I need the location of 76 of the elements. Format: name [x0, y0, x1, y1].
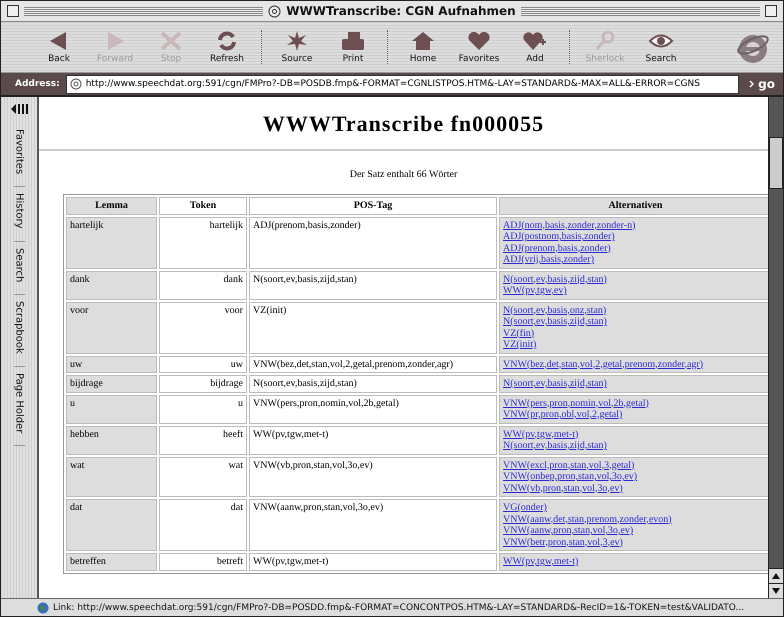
alternative-link[interactable]: VNW(pers,pron,nomin,vol,2b,getal): [503, 398, 649, 409]
alternative-link[interactable]: VZ(fin): [503, 328, 534, 339]
alternative-link[interactable]: WW(pv,tgw,met-t): [503, 428, 578, 440]
table-cell: dat: [66, 499, 157, 551]
page-heading: WWWTranscribe fn000055: [262, 111, 546, 137]
alternative-link[interactable]: ADJ(prenom,basis,zonder): [503, 242, 611, 254]
table-cell: VNW(aanw,pron,stan,vol,3o,ev): [249, 499, 497, 551]
table-cell: N(soort,ev,basis,zijd,stan): [249, 375, 497, 392]
table-cell: hartelijk: [159, 216, 247, 268]
toolbar-button[interactable]: Favorites: [451, 30, 507, 64]
alternative-link[interactable]: WW(pv,tgw,met-t): [503, 556, 578, 568]
sidebar-tab[interactable]: History: [14, 187, 24, 242]
table-cell: betreffen: [66, 553, 157, 570]
toolbar-button[interactable]: Home: [395, 30, 451, 64]
toolbar-button[interactable]: Add: [507, 30, 563, 64]
toolbar-button[interactable]: Search: [633, 30, 689, 64]
sidebar-tab[interactable]: Page Holder: [14, 366, 24, 446]
table-cell: betreft: [159, 553, 247, 570]
alternative-link[interactable]: VNW(aanw,pron,stan,vol,3o,ev): [503, 525, 634, 536]
table-cell: dank: [159, 270, 247, 300]
alternative-link[interactable]: VNW(onbep,pron,stan,vol,3o,ev): [503, 471, 638, 482]
table-cell: N(soort,ev,basis,zijd,stan): [249, 270, 497, 300]
alternative-link[interactable]: ADJ(nom,basis,zonder,zonder-n): [503, 220, 636, 231]
alternative-link[interactable]: VNW(betr,pron,stan,vol,3,ev): [503, 536, 623, 548]
alternative-link[interactable]: ADJ(postnom,basis,zonder): [503, 231, 615, 242]
address-field[interactable]: http://www.speechdat.org:591/cgn/FMPro?-DB=POSDB.fmp&-FORMAT=CGNLISTPOS.HTM&-LAY=STANDARD&-MAX=ALL&-ERROR=CGNS: [66, 74, 739, 94]
alternative-link[interactable]: VNW(excl,pron,stan,vol,3,getal): [503, 460, 634, 471]
column-header: POS-Tag: [249, 197, 497, 214]
table-cell: VZ(init): [249, 302, 497, 354]
table-cell: ADJ(prenom,basis,zonder): [249, 216, 497, 268]
alternative-link[interactable]: VNW(pr,pron,obl,vol,2,getal): [503, 409, 622, 420]
table-cell: WW(pv,tgw,met-t): [249, 553, 497, 570]
alternative-link[interactable]: N(soort,ev,basis,onz,stan): [503, 304, 606, 316]
alternative-link[interactable]: N(soort,ev,basis,zijd,stan): [503, 274, 607, 285]
toolbar-button[interactable]: Source: [269, 30, 325, 64]
table-cell: hartelijk: [66, 216, 157, 268]
table-cell: VNW(bez,det,stan,vol,2,getal,prenom,zonder,agr): [249, 356, 497, 373]
column-header: Token: [159, 197, 247, 214]
table-cell: hebben: [66, 426, 157, 454]
toolbar-button[interactable]: Print: [325, 30, 381, 64]
sidebar-tab[interactable]: Search: [14, 242, 24, 296]
column-header: Lemma: [66, 197, 157, 214]
sidebar-tab[interactable]: Scrapbook: [14, 295, 24, 367]
table-cell: wat: [66, 456, 157, 497]
table-cell: VNW(vb,pron,stan,vol,3o,ev): [249, 456, 497, 497]
alternative-link[interactable]: VZ(init): [503, 339, 536, 350]
alternative-link[interactable]: ADJ(vrij,basis,zonder): [503, 254, 594, 266]
alternative-link[interactable]: VNW(vb,pron,stan,vol,3o,ev): [503, 482, 623, 494]
table-cell: dat: [159, 499, 247, 551]
table-cell: VNW(pers,pron,nomin,vol,2b,getal): [249, 394, 497, 424]
table-cell: uw: [66, 356, 157, 373]
status-text: Link: http://www.speechdat.org:591/cgn/FMPro?-DB=POSDD.fmp&-FORMAT=CONCONTPOS.HTM&-LAY=STANDARD&-RecID=1&-TOKEN=test&VALIDATO...: [53, 602, 744, 612]
table-cell: bijdrage: [159, 375, 247, 392]
table-cell: wat: [159, 456, 247, 497]
alternative-link[interactable]: N(soort,ev,basis,zijd,stan): [503, 440, 607, 452]
table-cell: heeft: [159, 426, 247, 454]
table-cell: uw: [159, 356, 247, 373]
alternative-link[interactable]: VNW(aanw,det,stan,prenom,zonder,evon): [503, 514, 672, 525]
table-cell: voor: [159, 302, 247, 354]
table-cell: dank: [66, 270, 157, 300]
alternative-link[interactable]: VG(onder): [503, 502, 547, 514]
table-cell: bijdrage: [66, 375, 157, 392]
toolbar-button[interactable]: Refresh: [199, 30, 255, 64]
window-title: WWWTranscribe: CGN Aufnahmen: [286, 4, 516, 18]
alternative-link[interactable]: WW(pv,tgw,ev): [503, 285, 567, 296]
table-cell: voor: [66, 302, 157, 354]
address-label: Address:: [15, 79, 60, 89]
toolbar-button[interactable]: Back: [31, 30, 87, 64]
table-cell: u: [159, 394, 247, 424]
go-button[interactable]: go: [744, 77, 779, 91]
column-header: Alternativen: [499, 197, 768, 214]
alternative-link[interactable]: N(soort,ev,basis,zijd,stan): [503, 316, 607, 328]
sidebar-tab[interactable]: Favorites: [14, 123, 24, 188]
table-cell: u: [66, 394, 157, 424]
summary-text: Der Satz enthalt 66 Wörter: [348, 169, 458, 180]
table-cell: WW(pv,tgw,met-t): [249, 426, 497, 454]
